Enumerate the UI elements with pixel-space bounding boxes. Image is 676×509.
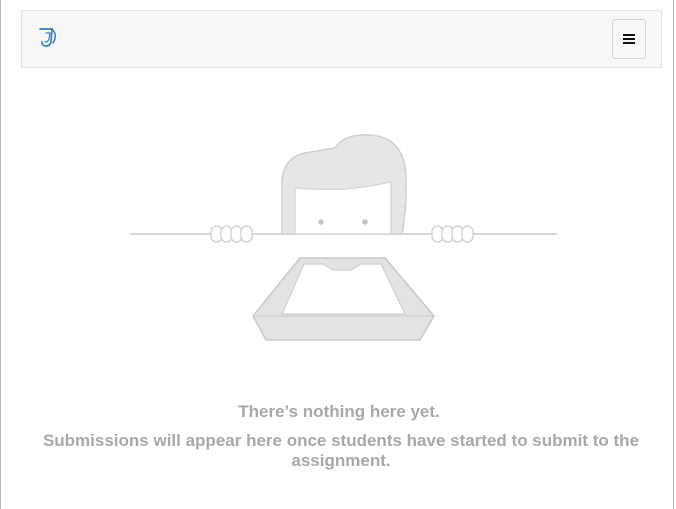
empty-submissions-illustration <box>130 134 557 341</box>
app-frame: There’s nothing here yet. Submissions wi… <box>0 0 674 509</box>
empty-state-title: There’s nothing here yet. <box>238 402 440 421</box>
empty-tray <box>252 257 435 341</box>
canvas-logo-icon[interactable] <box>36 25 60 49</box>
empty-state-message: Submissions will appear here once studen… <box>42 431 640 470</box>
right-hand-fingers <box>431 225 474 243</box>
person-face <box>294 181 392 235</box>
main-menu-button[interactable] <box>612 19 646 59</box>
left-hand-fingers <box>210 225 253 243</box>
person-right-eye <box>362 219 368 225</box>
hamburger-menu-icon <box>623 34 635 44</box>
person-left-eye <box>318 219 324 225</box>
top-navigation-bar <box>21 10 662 68</box>
